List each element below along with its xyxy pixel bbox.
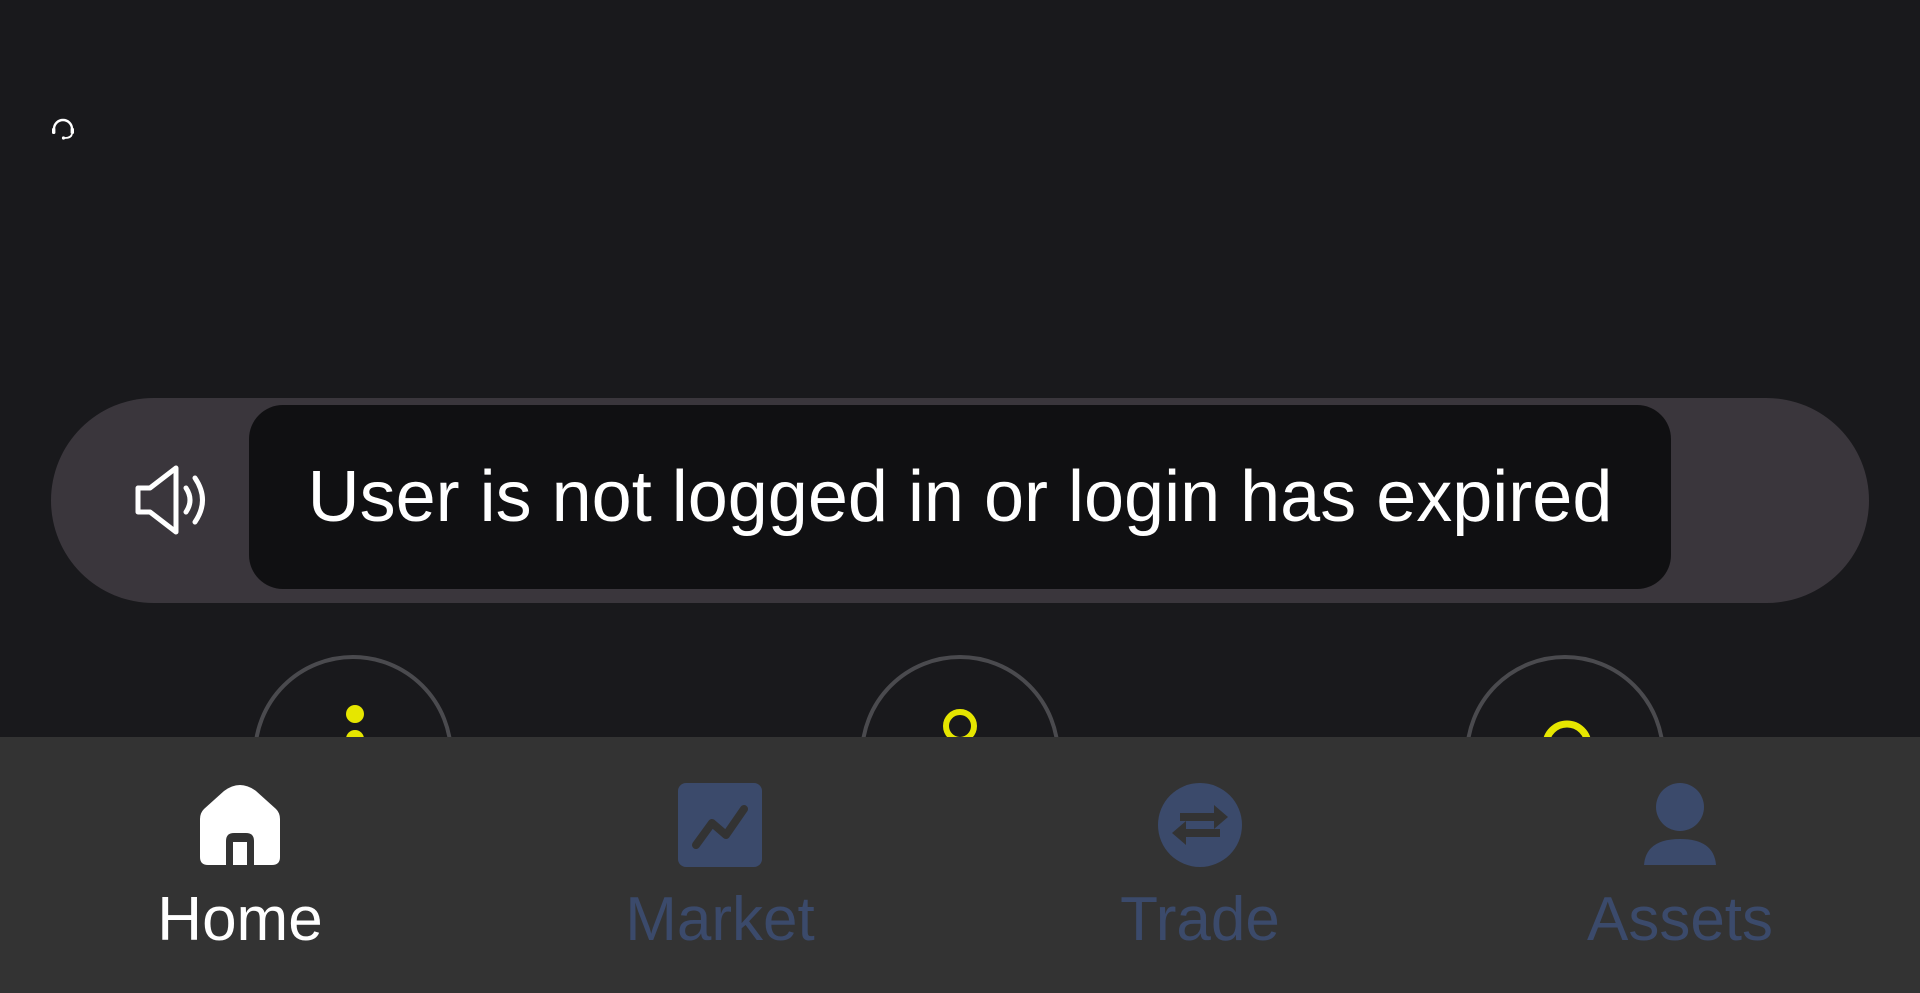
- chart-icon: [678, 783, 762, 867]
- tab-trade[interactable]: Trade: [960, 737, 1440, 993]
- tab-home[interactable]: Home: [0, 737, 480, 993]
- bottom-tab-bar: Home Market Trade Assets: [0, 737, 1920, 993]
- tab-assets[interactable]: Assets: [1440, 737, 1920, 993]
- user-icon: [1644, 783, 1716, 865]
- headset-icon: [52, 118, 74, 140]
- tab-market[interactable]: Market: [480, 737, 960, 993]
- speaker-icon: [135, 465, 205, 535]
- tab-label: Assets: [1586, 885, 1774, 954]
- tab-label: Market: [625, 885, 815, 954]
- toast-message: User is not logged in or login has expir…: [249, 405, 1671, 589]
- support-button[interactable]: [48, 112, 78, 142]
- exchange-icon: [1158, 783, 1242, 867]
- tab-label: Home: [157, 885, 323, 954]
- app-screen: User is not logged in or login has expir…: [0, 0, 1920, 993]
- home-icon: [200, 785, 280, 865]
- tab-label: Trade: [1120, 885, 1280, 954]
